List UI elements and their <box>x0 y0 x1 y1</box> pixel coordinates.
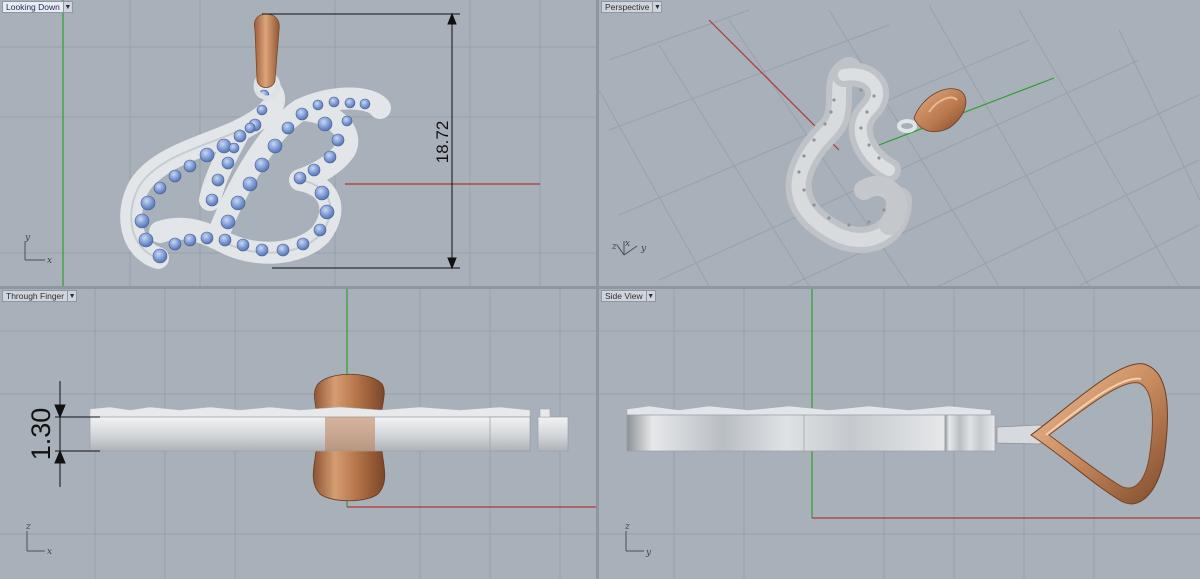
viewport-perspective[interactable]: Perspective ▼ z x y <box>599 0 1200 286</box>
chevron-down-icon[interactable]: ▼ <box>63 1 73 13</box>
viewport-title-looking-down[interactable]: Looking Down ▼ <box>2 1 73 13</box>
svg-text:y: y <box>640 244 647 254</box>
viewport-through-finger[interactable]: Through Finger ▼ 1.30 x z <box>0 289 596 579</box>
svg-text:y: y <box>645 548 652 558</box>
viewport-name[interactable]: Perspective <box>601 1 654 13</box>
perspective-grid <box>599 4 1200 286</box>
svg-text:x: x <box>47 547 52 557</box>
viewport-name[interactable]: Looking Down <box>2 1 64 13</box>
svg-text:z: z <box>611 242 617 252</box>
viewport-looking-down[interactable]: Looking Down ▼ 18.72 x y <box>0 0 596 286</box>
pendant-slab-side <box>626 405 996 452</box>
viewport-title-side-view[interactable]: Side View ▼ <box>601 290 656 302</box>
pendant-bail <box>253 13 281 101</box>
svg-text:x: x <box>625 239 630 249</box>
pendant-bail-side <box>1030 363 1168 505</box>
pendant-letter-b <box>120 74 391 269</box>
dimension-thickness-value: 1.30 <box>26 408 56 461</box>
viewport-canvas[interactable]: 1.30 x z <box>0 289 596 579</box>
pendant-3d <box>785 57 912 253</box>
svg-text:z: z <box>624 522 630 532</box>
axis-indicator <box>24 242 45 261</box>
svg-text:y: y <box>24 233 31 243</box>
viewport-side-view[interactable]: Side View ▼ y z <box>599 289 1200 579</box>
viewport-canvas[interactable]: y z <box>599 289 1200 579</box>
viewport-name[interactable]: Through Finger <box>2 290 69 302</box>
chevron-down-icon[interactable]: ▼ <box>646 290 656 302</box>
viewport-name[interactable]: Side View <box>601 290 647 302</box>
dimension-height-value: 18.72 <box>433 121 452 164</box>
viewport-canvas[interactable]: 18.72 x y <box>0 0 596 286</box>
viewport-title-through-finger[interactable]: Through Finger ▼ <box>2 290 78 302</box>
chevron-down-icon[interactable]: ▼ <box>653 1 663 13</box>
pendant-bail-3d <box>897 88 967 133</box>
svg-text:z: z <box>25 522 31 532</box>
viewport-canvas[interactable]: z x y <box>599 0 1200 286</box>
viewport-grid: Looking Down ▼ 18.72 x y Perspective ▼ z… <box>0 0 1200 579</box>
viewport-title-perspective[interactable]: Perspective ▼ <box>601 1 663 13</box>
svg-text:x: x <box>47 256 52 266</box>
chevron-down-icon[interactable]: ▼ <box>68 290 78 302</box>
dimension-height <box>262 12 460 270</box>
